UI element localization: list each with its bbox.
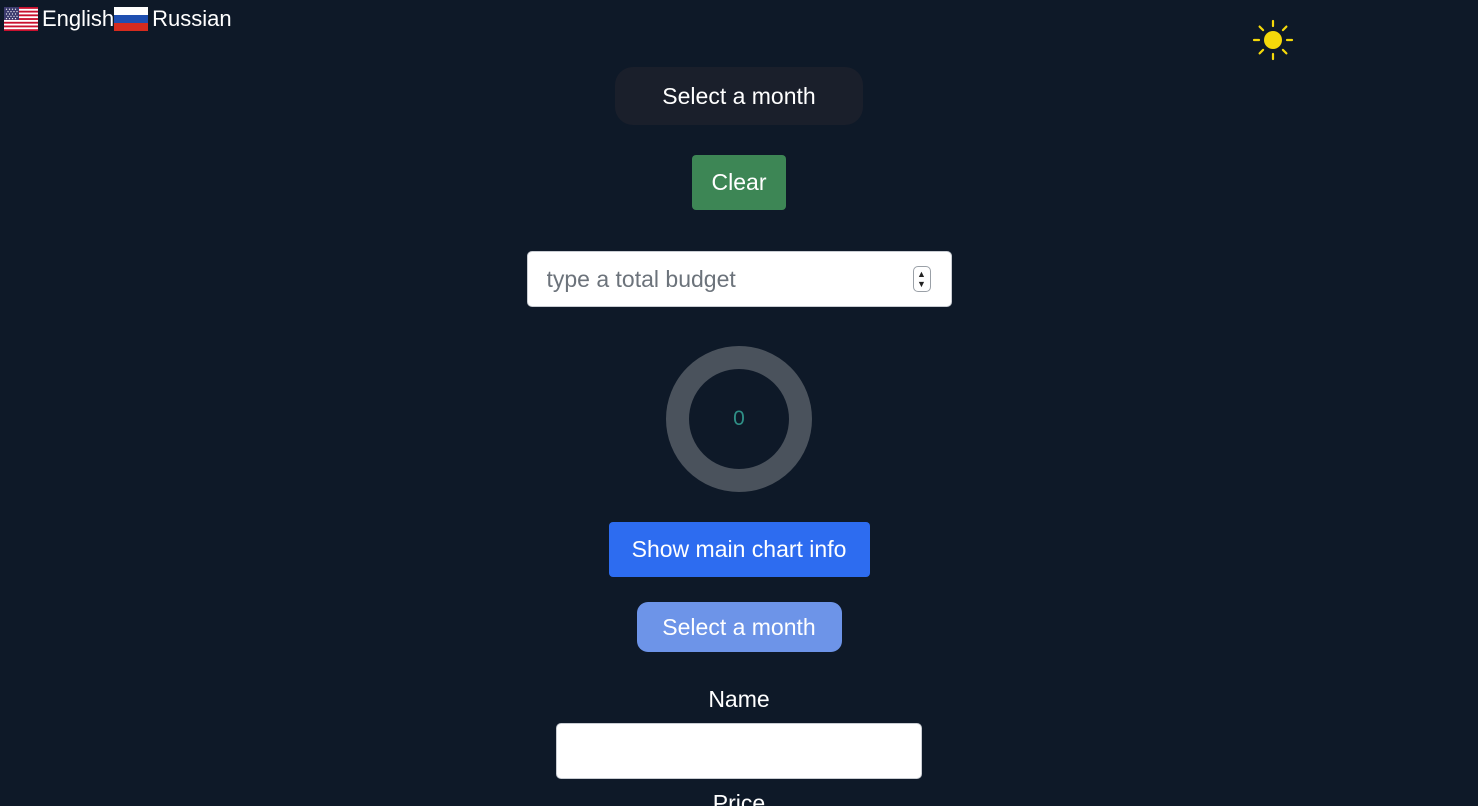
budget-stepper[interactable]: ▲ ▼ xyxy=(912,266,931,292)
name-label-row: Name xyxy=(0,686,1478,713)
show-chart-row: Show main chart info xyxy=(0,522,1478,577)
language-label-english: English xyxy=(42,6,115,31)
month-selector-row: Select a month xyxy=(0,67,1478,125)
show-main-chart-info-button[interactable]: Show main chart info xyxy=(608,522,870,577)
ru-flag-icon xyxy=(114,7,149,31)
month-selector[interactable]: Select a month xyxy=(615,67,863,125)
budget-input[interactable] xyxy=(527,252,951,306)
price-label: Price xyxy=(712,790,766,806)
name-label: Name xyxy=(708,686,770,712)
clear-row: Clear xyxy=(0,155,1478,210)
budget-row: ▲ ▼ xyxy=(0,251,1478,307)
donut-row: 0 xyxy=(0,346,1478,492)
month-button-row: Select a month xyxy=(0,602,1478,652)
budget-field: ▲ ▼ xyxy=(526,251,952,307)
app-page: English Russian Select a month Clear typ… xyxy=(0,0,1478,806)
name-input-row xyxy=(0,723,1478,779)
donut-value: 0 xyxy=(733,407,745,430)
select-month-button[interactable]: Select a month xyxy=(636,602,842,652)
language-option-english[interactable]: English xyxy=(4,6,114,32)
price-label-row: Price xyxy=(0,790,1478,806)
budget-donut-chart: 0 xyxy=(666,346,812,492)
sun-icon xyxy=(1252,19,1294,61)
us-flag-icon xyxy=(4,7,38,31)
language-label-russian: Russian xyxy=(152,6,232,31)
theme-toggle-button[interactable] xyxy=(1252,19,1294,61)
chevron-down-icon: ▼ xyxy=(917,279,926,289)
language-option-russian[interactable]: Russian xyxy=(114,6,232,32)
chevron-up-icon: ▲ xyxy=(917,269,926,279)
name-input[interactable] xyxy=(556,723,922,779)
clear-button[interactable]: Clear xyxy=(692,155,786,210)
language-switcher: English Russian xyxy=(4,6,232,32)
